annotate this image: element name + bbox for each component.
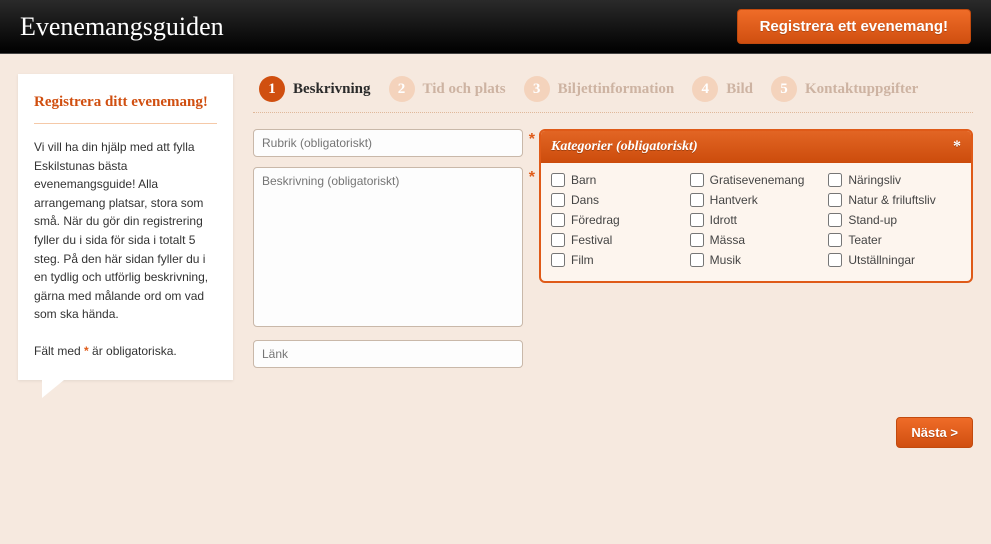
category-item[interactable]: Gratisevenemang: [690, 173, 823, 187]
category-label: Teater: [848, 233, 881, 247]
categories-body: Barn Dans Föredrag Festival Film Gratisevenem…: [541, 163, 971, 281]
category-item[interactable]: Teater: [828, 233, 961, 247]
wizard-steps: 1 Beskrivning 2 Tid och plats 3 Biljettinform…: [253, 74, 973, 113]
next-button[interactable]: Nästa >: [896, 417, 973, 448]
category-column: Gratisevenemang Hantverk Idrott Mässa Musik: [690, 173, 823, 267]
step-label: Kontaktuppgifter: [805, 81, 918, 98]
category-checkbox[interactable]: [551, 213, 565, 227]
category-checkbox[interactable]: [828, 213, 842, 227]
wizard-step-5[interactable]: 5 Kontaktuppgifter: [765, 74, 924, 104]
category-checkbox[interactable]: [828, 233, 842, 247]
site-title: Evenemangsguiden: [20, 12, 224, 42]
category-checkbox[interactable]: [690, 253, 704, 267]
step-number: 2: [389, 76, 415, 102]
category-label: Näringsliv: [848, 173, 901, 187]
header: Evenemangsguiden Registrera ett eveneman…: [0, 0, 991, 54]
category-checkbox[interactable]: [828, 173, 842, 187]
category-checkbox[interactable]: [828, 253, 842, 267]
category-item[interactable]: Utställningar: [828, 253, 961, 267]
wizard-step-1[interactable]: 1 Beskrivning: [253, 74, 377, 104]
category-item[interactable]: Näringsliv: [828, 173, 961, 187]
category-label: Musik: [710, 253, 741, 267]
category-column: Barn Dans Föredrag Festival Film: [551, 173, 684, 267]
category-checkbox[interactable]: [551, 233, 565, 247]
categories-header-label: Kategorier (obligatoriskt): [551, 139, 698, 155]
required-star-icon: *: [953, 138, 961, 156]
category-checkbox[interactable]: [690, 213, 704, 227]
step-number: 5: [771, 76, 797, 102]
categories-header: Kategorier (obligatoriskt) *: [541, 131, 971, 163]
category-item[interactable]: Musik: [690, 253, 823, 267]
category-checkbox[interactable]: [551, 253, 565, 267]
categories-panel: Kategorier (obligatoriskt) * Barn Dans För…: [539, 129, 973, 283]
step-label: Tid och plats: [423, 81, 506, 98]
category-item[interactable]: Idrott: [690, 213, 823, 227]
required-star-icon: *: [529, 131, 535, 149]
step-label: Beskrivning: [293, 81, 371, 98]
title-input[interactable]: [253, 129, 523, 157]
category-column: Näringsliv Natur & friluftsliv Stand-up Tea…: [828, 173, 961, 267]
category-label: Festival: [571, 233, 612, 247]
sidebar-info-box: Registrera ditt evenemang! Vi vill ha di…: [18, 74, 233, 380]
category-label: Film: [571, 253, 594, 267]
category-checkbox[interactable]: [690, 233, 704, 247]
category-item[interactable]: Natur & friluftsliv: [828, 193, 961, 207]
step-number: 3: [524, 76, 550, 102]
main-form-area: 1 Beskrivning 2 Tid och plats 3 Biljettinform…: [253, 74, 973, 448]
sidebar-body-text: Vi vill ha din hjälp med att fylla Eskil…: [34, 138, 217, 324]
step-number: 4: [692, 76, 718, 102]
category-label: Barn: [571, 173, 596, 187]
category-label: Natur & friluftsliv: [848, 193, 935, 207]
note-suffix: är obligatoriska.: [89, 344, 177, 358]
wizard-step-3[interactable]: 3 Biljettinformation: [518, 74, 681, 104]
register-event-button[interactable]: Registrera ett evenemang!: [737, 9, 971, 44]
category-item[interactable]: Stand-up: [828, 213, 961, 227]
category-item[interactable]: Festival: [551, 233, 684, 247]
required-star-icon: *: [529, 169, 535, 187]
note-prefix: Fält med: [34, 344, 84, 358]
category-label: Utställningar: [848, 253, 915, 267]
category-item[interactable]: Mässa: [690, 233, 823, 247]
category-item[interactable]: Dans: [551, 193, 684, 207]
category-label: Mässa: [710, 233, 745, 247]
category-label: Dans: [571, 193, 599, 207]
category-item[interactable]: Föredrag: [551, 213, 684, 227]
category-checkbox[interactable]: [551, 193, 565, 207]
category-label: Idrott: [710, 213, 737, 227]
category-label: Gratisevenemang: [710, 173, 805, 187]
wizard-step-4[interactable]: 4 Bild: [686, 74, 759, 104]
category-label: Föredrag: [571, 213, 620, 227]
link-input[interactable]: [253, 340, 523, 368]
category-checkbox[interactable]: [690, 173, 704, 187]
category-checkbox[interactable]: [828, 193, 842, 207]
step-number: 1: [259, 76, 285, 102]
category-label: Hantverk: [710, 193, 758, 207]
category-item[interactable]: Hantverk: [690, 193, 823, 207]
description-textarea[interactable]: [253, 167, 523, 327]
wizard-step-2[interactable]: 2 Tid och plats: [383, 74, 512, 104]
step-label: Biljettinformation: [558, 81, 675, 98]
category-item[interactable]: Film: [551, 253, 684, 267]
category-checkbox[interactable]: [551, 173, 565, 187]
category-item[interactable]: Barn: [551, 173, 684, 187]
sidebar-required-note: Fält med * är obligatoriska.: [34, 344, 217, 358]
step-label: Bild: [726, 81, 753, 98]
category-checkbox[interactable]: [690, 193, 704, 207]
sidebar-title: Registrera ditt evenemang!: [34, 92, 217, 124]
category-label: Stand-up: [848, 213, 897, 227]
